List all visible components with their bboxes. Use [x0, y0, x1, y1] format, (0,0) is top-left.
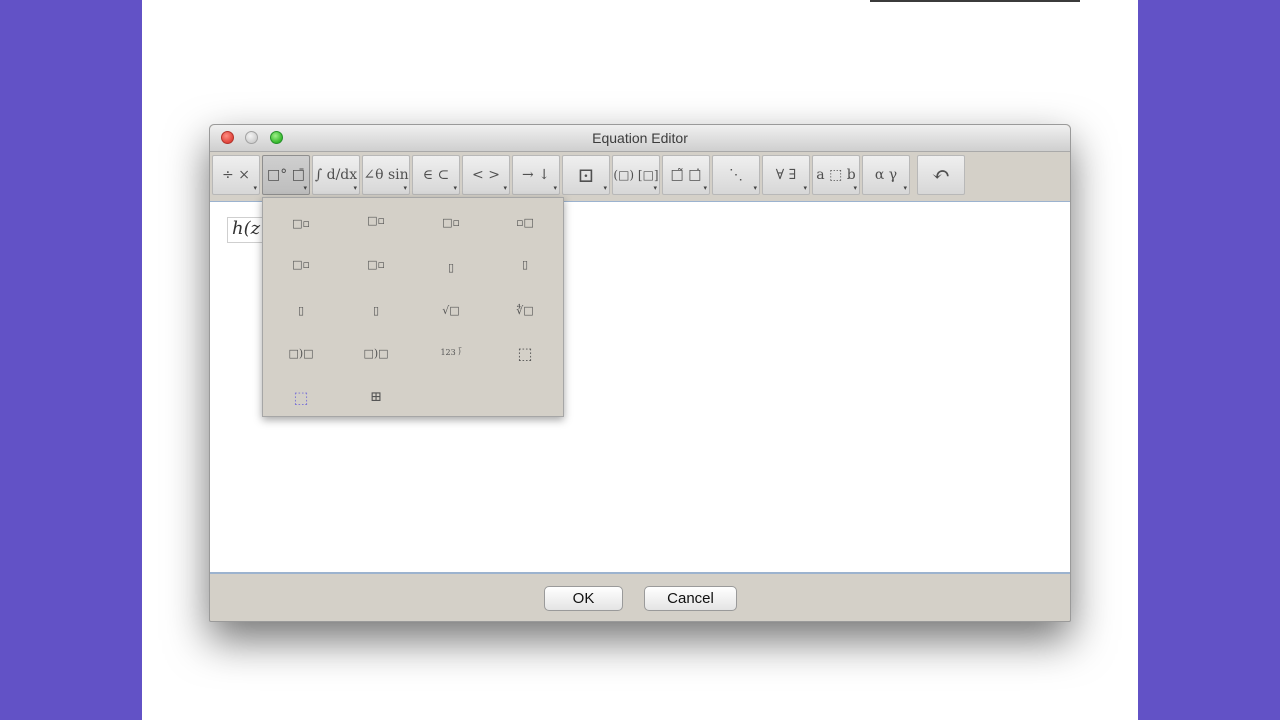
spacing-palette-button[interactable]: a ⬚ b ▾	[812, 155, 860, 195]
dialog-button-bar: OK Cancel	[210, 575, 1070, 621]
relations-icon: < >	[472, 167, 500, 183]
accents-icon: □̃ □̇	[670, 167, 702, 183]
calculus-icon: ∫ d/dx	[314, 167, 358, 183]
dropdown-arrow-icon: ▾	[353, 184, 357, 192]
accents-palette-button[interactable]: □̃ □̇ ▾	[662, 155, 710, 195]
window-title: Equation Editor	[592, 130, 688, 146]
greek-icon: α γ	[874, 167, 898, 183]
symbol-toolbar: ÷ × ▾ □° □̄ ▾ ∫ d/dx ▾ ∠θ sin ▾ ∈ ⊂ ▾ < > ▾ → …	[210, 152, 1070, 200]
title-bar[interactable]: Equation Editor	[210, 125, 1070, 152]
square-root-template-item[interactable]: √□	[434, 296, 468, 324]
top-divider	[870, 0, 1080, 2]
arrows-palette-button[interactable]: → ↓ ▾	[512, 155, 560, 195]
matrix-icon: ⊡	[577, 163, 595, 187]
relations-palette-button[interactable]: < > ▾	[462, 155, 510, 195]
brackets-palette-button[interactable]: (□) [□] ▾	[612, 155, 660, 195]
left-subscript-icon: □▫	[292, 257, 310, 271]
cancel-button[interactable]: Cancel	[644, 586, 737, 611]
box-icon: ⬚	[517, 343, 533, 363]
brackets-icon: (□) [□]	[613, 168, 659, 182]
dots-palette-button[interactable]: ⋱ ▾	[712, 155, 760, 195]
overscript-icon: ▯	[521, 257, 529, 271]
phantom-template-item[interactable]: ⊞	[359, 383, 393, 411]
dropdown-arrow-icon: ▾	[853, 184, 857, 192]
dropdown-arrow-icon: ▾	[253, 184, 257, 192]
dropdown-arrow-icon: ▾	[803, 184, 807, 192]
left-sub-superscript-icon: □▫	[367, 257, 385, 271]
nth-root-icon: ∜□	[516, 303, 534, 317]
sub-superscript-template-item[interactable]: □▫	[434, 208, 468, 236]
undo-icon: ↶	[931, 162, 951, 188]
underscript-template-item[interactable]: ▯	[434, 253, 468, 281]
dropdown-arrow-icon: ▾	[653, 184, 657, 192]
left-sub-superscript-template-item[interactable]: □▫	[359, 250, 393, 278]
logic-palette-button[interactable]: ∀ ∃ ▾	[762, 155, 810, 195]
undo-button[interactable]: ↶	[917, 155, 965, 195]
arrows-icon: → ↓	[522, 167, 550, 183]
stacked-fraction-icon: ▯	[372, 303, 380, 317]
dropdown-arrow-icon: ▾	[503, 184, 507, 192]
sets-palette-button[interactable]: ∈ ⊂ ▾	[412, 155, 460, 195]
highlight-box-icon: ⬚	[293, 387, 309, 407]
matrix-palette-button[interactable]: ⊡ ▾	[562, 155, 610, 195]
prescript-template-item[interactable]: ▫□	[508, 208, 542, 236]
geometry-palette-button[interactable]: ∠θ sin ▾	[362, 155, 410, 195]
division-with-quotient-template-item[interactable]: □)□	[359, 339, 393, 367]
calculus-palette-button[interactable]: ∫ d/dx ▾	[312, 155, 360, 195]
sub-superscript-icon: □▫	[442, 215, 460, 229]
greek-palette-button[interactable]: α γ ▾	[862, 155, 910, 195]
dropdown-arrow-icon: ▾	[603, 184, 607, 192]
dropdown-arrow-icon: ▾	[403, 184, 407, 192]
dropdown-arrow-icon: ▾	[703, 184, 707, 192]
long-division-example-template-item[interactable]: 123 ⟌	[426, 339, 476, 367]
square-root-icon: √□	[442, 303, 460, 317]
logic-icon: ∀ ∃	[775, 167, 797, 183]
prescript-icon: ▫□	[516, 215, 534, 229]
long-division-template-item[interactable]: □)□	[284, 339, 318, 367]
scripts-icon: □° □̄	[267, 167, 305, 183]
operators-palette-button[interactable]: ÷ × ▾	[212, 155, 260, 195]
scripts-palette-button[interactable]: □° □̄ ▾	[262, 155, 310, 195]
highlighted-box-template-item[interactable]: ⬚	[284, 383, 318, 411]
superscript-template-item[interactable]: □▫	[359, 206, 393, 234]
stacked-fraction-template-item[interactable]: ▯	[359, 296, 393, 324]
phantom-icon: ⊞	[370, 389, 382, 405]
long-division-example-icon: 123 ⟌	[440, 348, 462, 357]
subscript-icon: □▫	[292, 216, 310, 230]
subscript-template-item[interactable]: □▫	[284, 209, 318, 237]
left-subscript-template-item[interactable]: □▫	[284, 250, 318, 278]
operators-icon: ÷ ×	[222, 167, 250, 183]
dropdown-arrow-icon: ▾	[903, 184, 907, 192]
fraction-template-item[interactable]: ▯	[284, 296, 318, 324]
division-quotient-icon: □)□	[363, 346, 389, 360]
ok-button[interactable]: OK	[544, 586, 623, 611]
dots-icon: ⋱	[729, 167, 743, 183]
superscript-icon: □▫	[367, 213, 385, 227]
fraction-icon: ▯	[297, 303, 305, 317]
geometry-icon: ∠θ sin	[363, 167, 409, 183]
dropdown-arrow-icon: ▾	[303, 184, 307, 192]
underscript-icon: ▯	[447, 260, 455, 274]
dropdown-arrow-icon: ▾	[453, 184, 457, 192]
overscript-template-item[interactable]: ▯	[508, 250, 542, 278]
equation-expression[interactable]: h(z	[227, 217, 266, 243]
nth-root-template-item[interactable]: ∜□	[508, 296, 542, 324]
spacing-icon: a ⬚ b	[816, 167, 856, 183]
boxed-template-item[interactable]: ⬚	[508, 339, 542, 367]
long-division-icon: □)□	[288, 346, 314, 360]
dropdown-arrow-icon: ▾	[753, 184, 757, 192]
dropdown-arrow-icon: ▾	[553, 184, 557, 192]
sets-icon: ∈ ⊂	[422, 167, 450, 183]
scripts-palette-popup: □▫ □▫ □▫ ▫□ □▫ □▫ ▯ ▯ ▯ ▯ √□ ∜□ □)□ □)□ …	[262, 197, 564, 417]
